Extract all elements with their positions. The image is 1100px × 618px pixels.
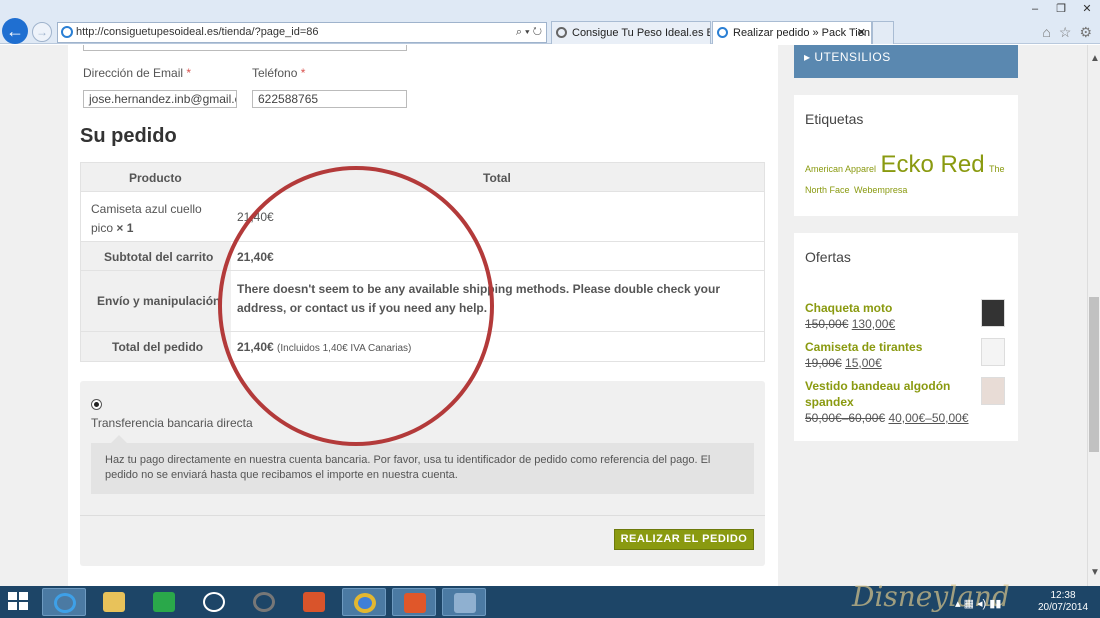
- home-icon[interactable]: ⌂: [1042, 24, 1050, 41]
- offer-old-price: 50,00€–60,00€: [805, 411, 886, 425]
- item-qty: × 1: [116, 221, 134, 235]
- phone-label-text: Teléfono: [252, 66, 298, 80]
- previous-field[interactable]: [83, 45, 407, 51]
- taskbar-office-icon[interactable]: [392, 588, 436, 616]
- taskbar-explorer-icon[interactable]: [92, 588, 136, 616]
- offer-new-price: 130,00€: [851, 317, 896, 331]
- order-heading: Su pedido: [80, 125, 177, 147]
- tab-close-icon[interactable]: ✕: [857, 22, 866, 44]
- offer-name[interactable]: Camiseta de tirantes: [805, 339, 922, 355]
- ie-page-icon: [61, 26, 73, 38]
- tag-cloud: American Apparel Ecko Red The North Face…: [805, 153, 1005, 200]
- payment-description: Haz tu pago directamente en nuestra cuen…: [91, 435, 754, 494]
- browser-chrome: – ❐ ✕ ← → http://consiguetupesoideal.es/…: [0, 0, 1100, 44]
- wordpress-icon: [556, 27, 567, 38]
- window-controls: – ❐ ✕: [1022, 0, 1100, 18]
- ie-page-icon: [717, 27, 728, 38]
- taskbar-app-icon[interactable]: [242, 588, 286, 616]
- offer-item[interactable]: Camiseta de tirantes 19,00€ 15,00€: [805, 339, 922, 371]
- taskbar-hp-icon[interactable]: [192, 588, 236, 616]
- clock[interactable]: 12:38 20/07/2014: [1030, 590, 1096, 614]
- item-name: Camiseta azul cuello pico × 1: [91, 200, 211, 238]
- address-bar[interactable]: http://consiguetupesoideal.es/tienda/?pa…: [57, 22, 547, 43]
- tags-title: Etiquetas: [805, 111, 864, 127]
- offer-old-price: 150,00€: [805, 317, 849, 331]
- offer-item[interactable]: Vestido bandeau algodón spandex 50,00€–6…: [805, 378, 975, 426]
- favorites-star-icon[interactable]: ☆: [1059, 24, 1072, 41]
- subtotal-label: Subtotal del carrito: [104, 250, 214, 264]
- shipping-label: Envío y manipulación: [97, 294, 221, 308]
- email-label-text: Dirección de Email: [83, 66, 184, 80]
- tab-consigue[interactable]: Consigue Tu Peso Ideal.es Bus...: [551, 21, 711, 44]
- web-page: Dirección de Email * Teléfono * jose.her…: [0, 45, 1087, 586]
- new-tab-button[interactable]: [872, 21, 894, 44]
- page-scrollbar[interactable]: ▲ ▼: [1087, 45, 1100, 586]
- email-field[interactable]: jose.hernandez.inb@gmail.c: [83, 90, 237, 108]
- phone-label: Teléfono *: [252, 66, 305, 80]
- restore-icon[interactable]: ❐: [1048, 0, 1074, 18]
- required-mark: *: [186, 66, 192, 80]
- back-button[interactable]: ←: [2, 18, 28, 44]
- taskbar-chrome-icon[interactable]: [342, 588, 386, 616]
- col-total-header: Total: [483, 171, 511, 185]
- clock-time: 12:38: [1050, 590, 1076, 601]
- taskbar-paint-icon[interactable]: [442, 588, 486, 616]
- required-mark: *: [300, 66, 306, 80]
- offer-thumbnail[interactable]: [981, 338, 1005, 366]
- scroll-up-icon[interactable]: ▲: [1090, 53, 1100, 64]
- close-icon[interactable]: ✕: [1074, 0, 1100, 18]
- offer-item[interactable]: Chaqueta moto 150,00€ 130,00€: [805, 300, 895, 332]
- total-label: Total del pedido: [112, 340, 204, 354]
- payment-radio-bacs[interactable]: [91, 399, 102, 410]
- forward-button[interactable]: →: [32, 22, 52, 42]
- tags-widget: Etiquetas American Apparel Ecko Red The …: [794, 95, 1018, 216]
- col-product-header: Producto: [129, 171, 182, 185]
- annotation-circle: [218, 166, 494, 446]
- offer-name[interactable]: Vestido bandeau algodón spandex: [805, 378, 975, 410]
- tab-title: Consigue Tu Peso Ideal.es Bus...: [572, 27, 710, 39]
- taskbar-store-icon[interactable]: [142, 588, 186, 616]
- offer-name[interactable]: Chaqueta moto: [805, 300, 895, 316]
- tag-link[interactable]: Webempresa: [854, 185, 907, 195]
- windows-start-icon[interactable]: [8, 592, 30, 612]
- offers-widget: Ofertas Chaqueta moto 150,00€ 130,00€ Ca…: [794, 233, 1018, 441]
- tag-link[interactable]: Ecko Red: [881, 151, 985, 178]
- offer-thumbnail[interactable]: [981, 299, 1005, 327]
- system-tray-icons[interactable]: ▴ ▦ ◂) ▮▮: [955, 597, 1001, 610]
- sidebar-item-utensilios[interactable]: ▸ UTENSILIOS: [794, 45, 1018, 78]
- clock-date: 20/07/2014: [1037, 602, 1089, 613]
- payment-method-label[interactable]: Transferencia bancaria directa: [91, 416, 253, 430]
- item-name-text: Camiseta azul cuello pico: [91, 202, 202, 235]
- offer-new-price: 15,00€: [845, 356, 882, 370]
- tab-realizar-pedido[interactable]: Realizar pedido » Pack Tien... ✕: [712, 21, 872, 44]
- offers-title: Ofertas: [805, 249, 851, 265]
- tag-link[interactable]: American Apparel: [805, 164, 876, 174]
- offer-thumbnail[interactable]: [981, 377, 1005, 405]
- offer-new-price: 40,00€–50,00€: [888, 411, 969, 425]
- taskbar-ie-icon[interactable]: [42, 588, 86, 616]
- offer-old-price: 19,00€: [805, 356, 842, 370]
- url-text: http://consiguetupesoideal.es/tienda/?pa…: [76, 26, 319, 38]
- taskbar-media-icon[interactable]: [292, 588, 336, 616]
- browser-toolbar: ⌂ ☆ ⚙: [1042, 24, 1092, 41]
- tab-title: Realizar pedido » Pack Tien...: [733, 27, 872, 39]
- phone-field[interactable]: 622588765: [252, 90, 407, 108]
- place-order-button[interactable]: REALIZAR EL PEDIDO: [614, 529, 754, 550]
- scroll-down-icon[interactable]: ▼: [1090, 567, 1100, 578]
- email-label: Dirección de Email *: [83, 66, 191, 80]
- scroll-thumb[interactable]: [1089, 297, 1099, 452]
- address-controls[interactable]: ⌕ ▾ ↻: [516, 23, 542, 42]
- settings-gear-icon[interactable]: ⚙: [1079, 24, 1092, 41]
- minimize-icon[interactable]: –: [1022, 0, 1048, 18]
- divider: [80, 515, 765, 516]
